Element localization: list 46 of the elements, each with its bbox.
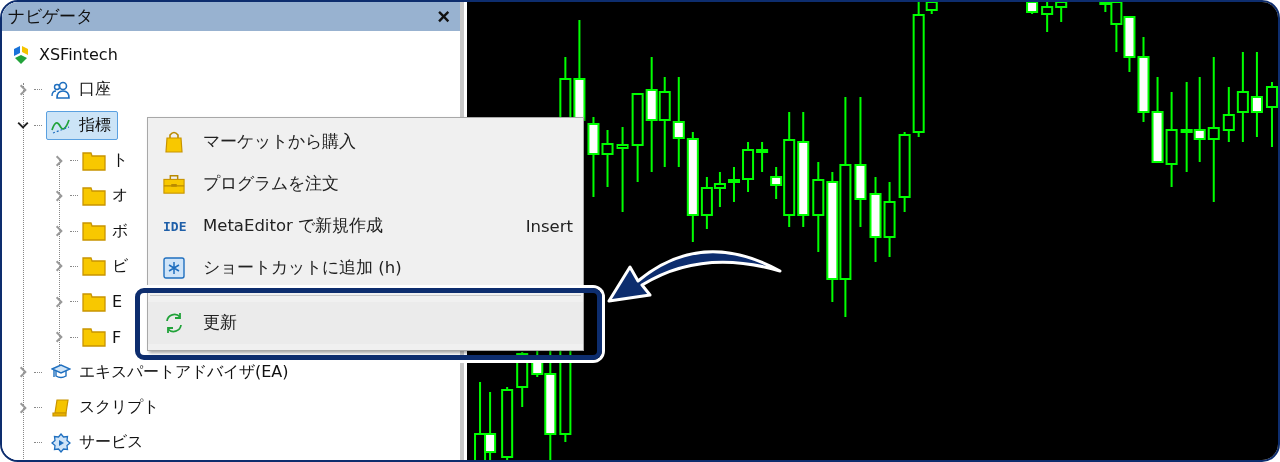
- tree-item[interactable]: オ: [112, 185, 128, 207]
- users-icon: [51, 79, 71, 100]
- expand-chevron-icon[interactable]: [53, 295, 65, 308]
- tree-item[interactable]: スクリプト: [46, 393, 166, 423]
- tree-item[interactable]: XSFintech: [39, 45, 118, 65]
- menu-item[interactable]: IDE MetaEditor で新規作成 Insert: [148, 205, 583, 247]
- scroll-icon: [51, 397, 71, 418]
- refresh-icon: [163, 312, 185, 334]
- expand-chevron-icon[interactable]: [53, 260, 65, 273]
- expand-chevron-icon[interactable]: [53, 331, 65, 343]
- folder-icon: [82, 291, 106, 312]
- expand-chevron-icon[interactable]: [53, 189, 65, 202]
- tree-item[interactable]: E: [112, 292, 123, 312]
- tree-item[interactable]: ボ: [112, 220, 128, 242]
- briefcase-icon: [163, 173, 185, 195]
- logo-icon: [11, 44, 31, 65]
- expand-chevron-icon[interactable]: [53, 154, 65, 167]
- tree-item[interactable]: F: [112, 327, 122, 347]
- window-title: ナビゲータ: [8, 5, 93, 28]
- candlestick: [601, 129, 614, 188]
- menu-item[interactable]: マーケットから購入: [148, 121, 583, 163]
- menu-item[interactable]: プログラムを注文: [148, 163, 583, 205]
- expand-chevron-icon[interactable]: [17, 366, 29, 379]
- candlestick: [516, 351, 529, 408]
- candlestick: [727, 166, 740, 203]
- folder-icon: [82, 150, 106, 171]
- shopping-bag-icon: [163, 131, 185, 153]
- folder-icon: [82, 221, 106, 242]
- tree-item[interactable]: 指標: [46, 110, 118, 140]
- expand-chevron-icon[interactable]: [17, 401, 29, 414]
- asterisk-icon: [163, 257, 185, 279]
- menu-item[interactable]: ショートカットに追加 (h): [148, 247, 583, 289]
- tree-item[interactable]: ト: [112, 150, 128, 172]
- tree-item[interactable]: 口座: [46, 75, 118, 105]
- expand-chevron-icon[interactable]: [53, 225, 65, 238]
- tree-item[interactable]: サービス: [46, 428, 150, 458]
- folder-icon: [82, 256, 106, 277]
- gear-icon: [51, 432, 71, 453]
- tree-item[interactable]: ビ: [112, 255, 128, 277]
- folder-icon: [82, 327, 106, 347]
- folder-icon: [82, 185, 106, 206]
- tree-item[interactable]: エキスパートアドバイザ(EA): [46, 357, 296, 387]
- expand-chevron-icon[interactable]: [17, 83, 29, 96]
- close-button[interactable]: ×: [437, 5, 450, 28]
- menu-item[interactable]: 更新: [148, 302, 583, 344]
- ide-icon: IDE: [163, 218, 187, 234]
